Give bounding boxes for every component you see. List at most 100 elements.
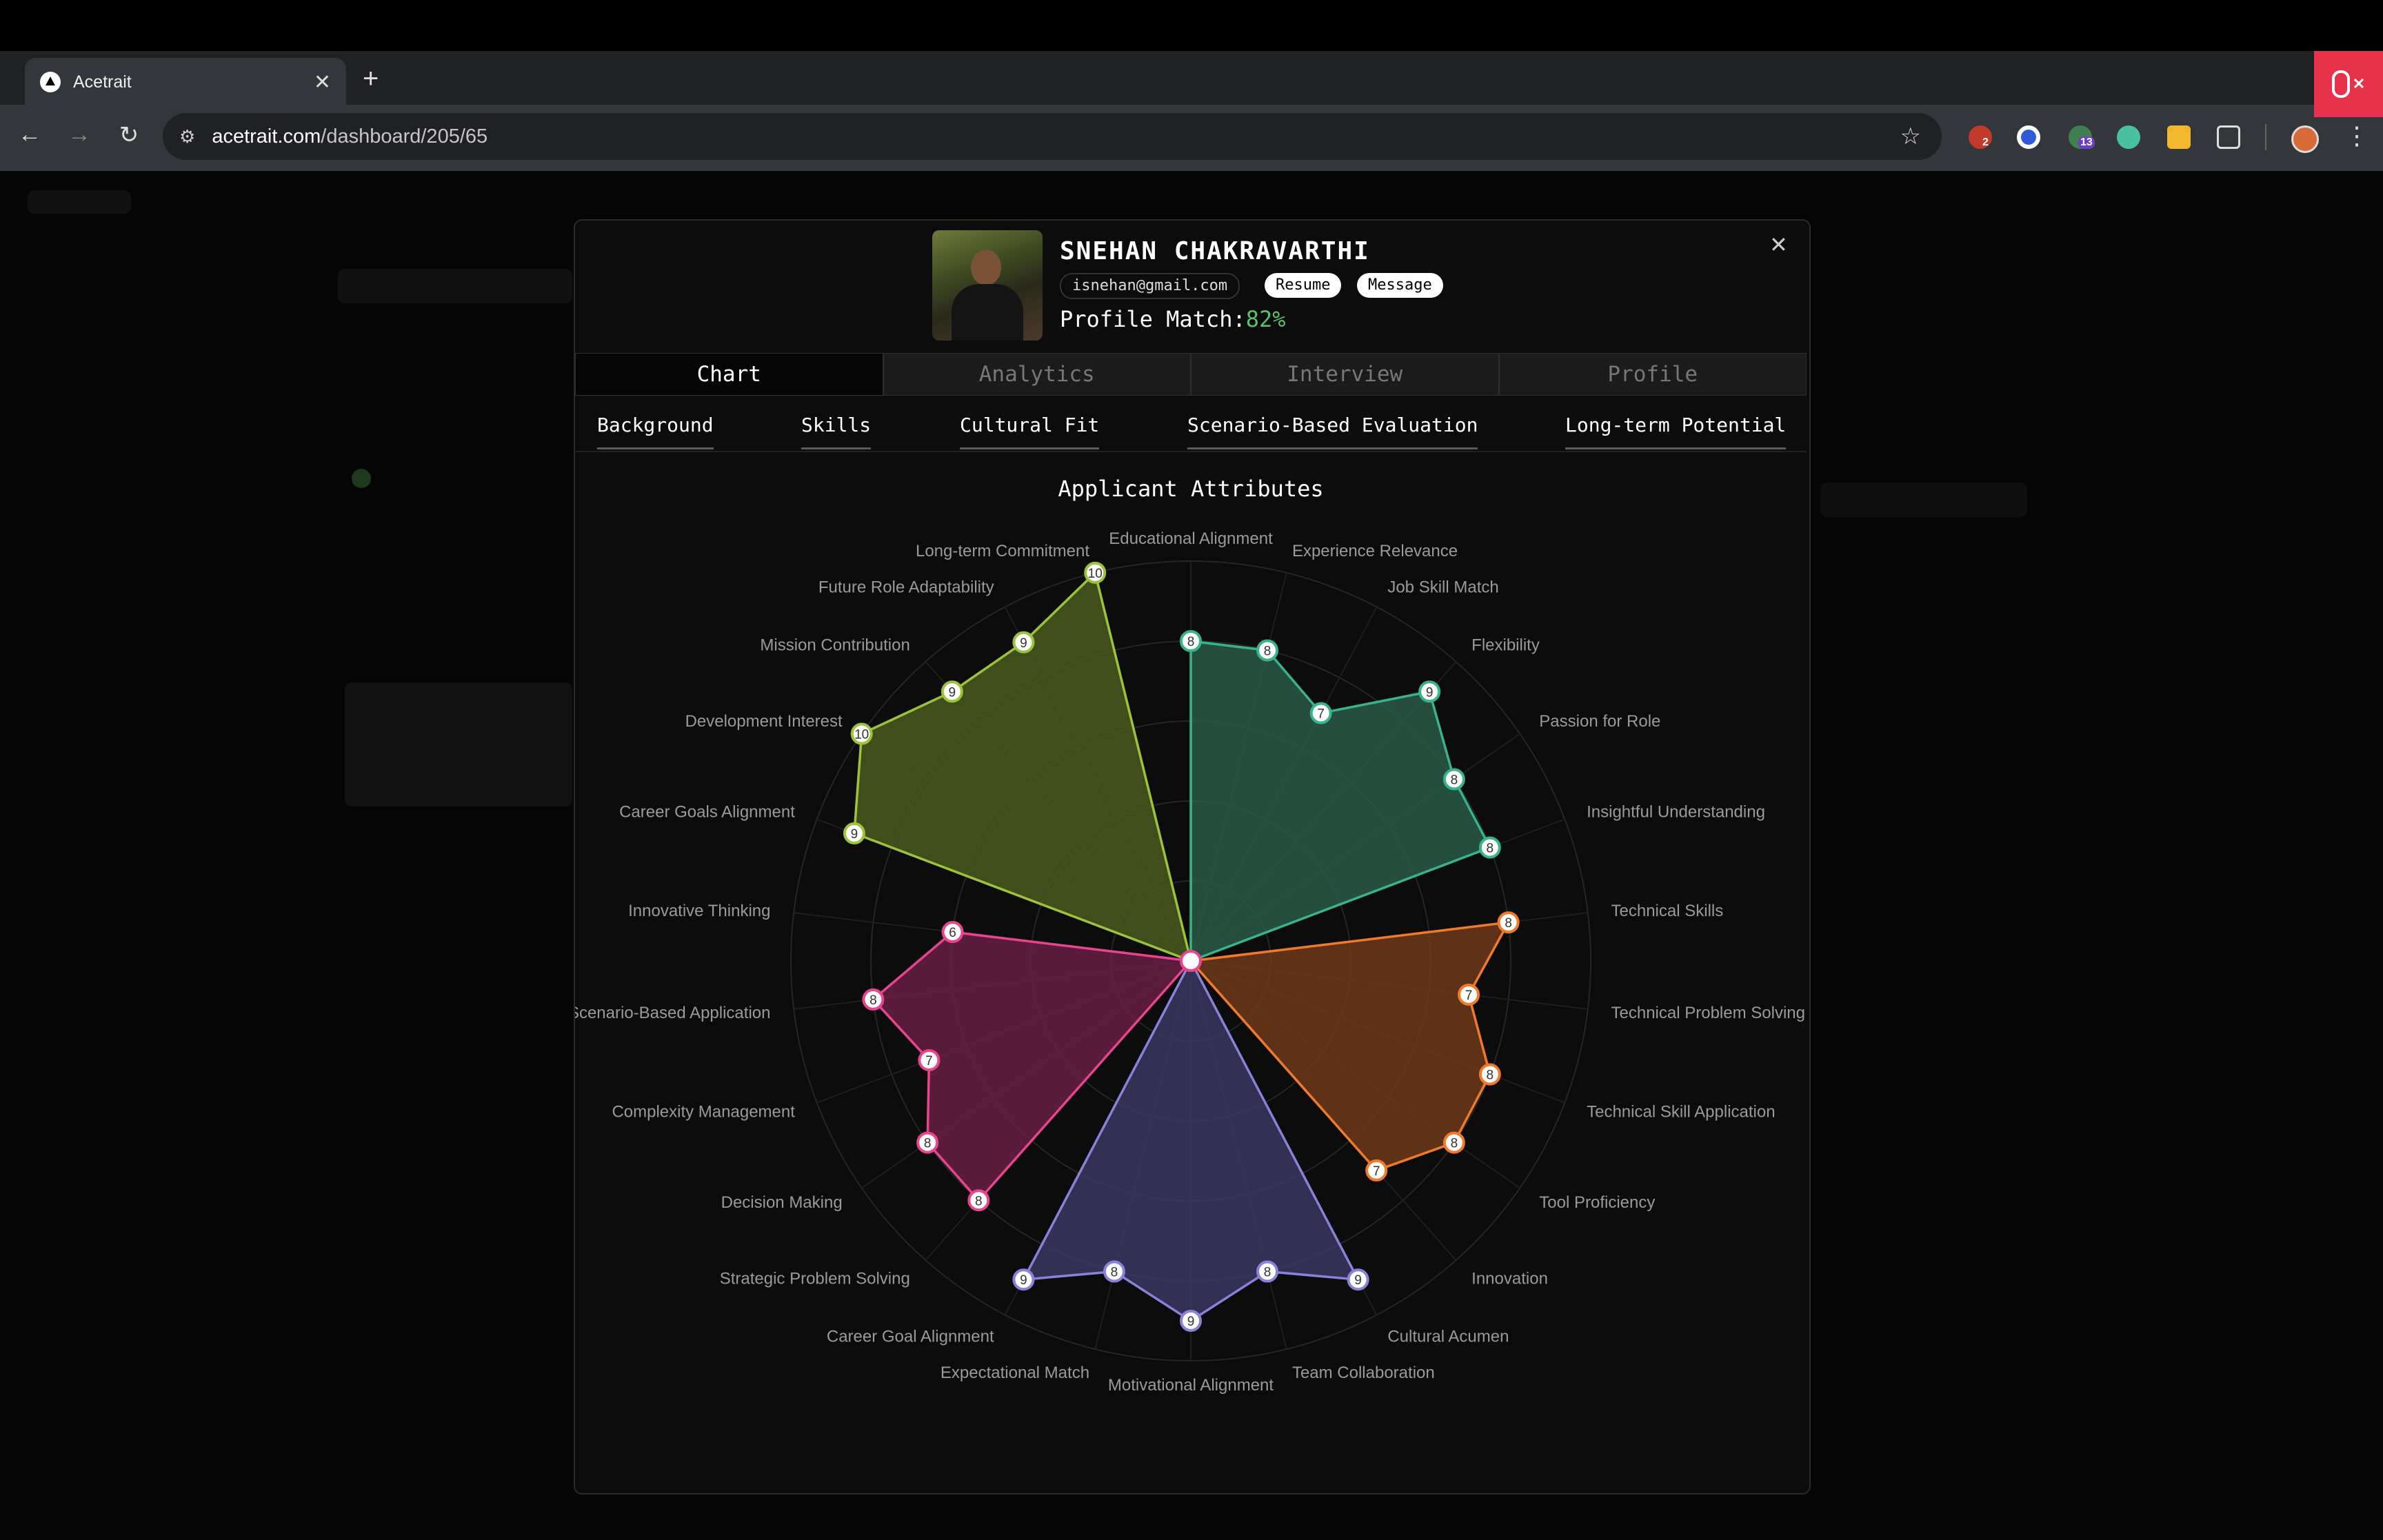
data-label: 8: [1487, 841, 1494, 855]
bookmark-star-icon[interactable]: ☆: [1900, 123, 1921, 150]
axis-label: Decision Making: [721, 1193, 843, 1212]
data-label: 8: [1264, 644, 1271, 658]
bg-card-blur: [345, 682, 572, 807]
axis-label: Innovation: [1471, 1270, 1548, 1288]
address-bar[interactable]: ⚙ acetrait.com/dashboard/205/65 ☆: [163, 113, 1942, 160]
browser-tabbar: [0, 51, 2383, 105]
data-label: 9: [1020, 636, 1027, 651]
data-label: 10: [1088, 567, 1103, 581]
data-label: 8: [924, 1137, 932, 1151]
microphone-icon: [2331, 70, 2350, 98]
axis-label: Insightful Understanding: [1587, 802, 1765, 821]
axis-label: Expectational Match: [941, 1364, 1089, 1382]
axis-label: Development Interest: [685, 712, 843, 731]
bg-heading-blur: [338, 269, 572, 303]
data-label: 6: [949, 926, 956, 940]
site-settings-icon[interactable]: ⚙: [179, 126, 195, 148]
tab-profile[interactable]: Profile: [1498, 353, 1807, 396]
radar-center-point: [1180, 950, 1202, 972]
extension-feather-icon[interactable]: [2167, 125, 2191, 149]
tab-title: Acetrait: [73, 72, 132, 92]
axis-label: Tool Proficiency: [1539, 1193, 1655, 1212]
data-label: 9: [949, 685, 956, 700]
microphone-muted-button[interactable]: ✕: [2314, 51, 2383, 117]
data-label: 8: [1111, 1266, 1118, 1280]
data-label: 9: [1354, 1273, 1362, 1288]
data-label: 9: [1187, 1315, 1195, 1329]
bg-nav-blur: [28, 190, 131, 214]
bg-button-blur: [1820, 483, 2027, 517]
back-icon[interactable]: ←: [12, 121, 47, 148]
axis-label: Experience Relevance: [1292, 542, 1458, 560]
resume-button[interactable]: Resume: [1265, 273, 1342, 298]
axis-label: Complexity Management: [612, 1103, 795, 1122]
new-tab-icon[interactable]: +: [363, 62, 379, 95]
data-label: 8: [1264, 1266, 1271, 1280]
axis-label: Innovative Thinking: [628, 902, 770, 920]
axis-label: Strategic Problem Solving: [720, 1270, 910, 1288]
extension-grammar-icon[interactable]: 13: [2069, 125, 2095, 149]
tab-chart[interactable]: Chart: [575, 353, 883, 396]
extensions-puzzle-icon[interactable]: [2217, 125, 2240, 149]
acetrait-favicon-icon: [40, 72, 61, 92]
reload-icon[interactable]: ↻: [112, 121, 146, 149]
tab-interview[interactable]: Interview: [1191, 353, 1499, 396]
data-label: 7: [1317, 707, 1325, 722]
axis-label: Career Goals Alignment: [619, 802, 795, 821]
axis-label: Team Collaboration: [1292, 1364, 1435, 1382]
axis-label: Job Skill Match: [1387, 578, 1498, 596]
data-label: 7: [1465, 989, 1473, 1003]
chart-title: Applicant Attributes: [1058, 476, 1324, 502]
data-label: 8: [869, 993, 877, 1008]
subtab-divider: [575, 451, 1807, 452]
data-label: 8: [1487, 1068, 1494, 1083]
axis-label: Motivational Alignment: [1108, 1376, 1274, 1395]
candidate-email[interactable]: isnehan@gmail.com: [1060, 273, 1240, 299]
extension-brain-icon[interactable]: [2117, 125, 2140, 149]
data-label: 9: [1020, 1273, 1027, 1288]
axis-label: Passion for Role: [1539, 712, 1660, 731]
close-modal-icon[interactable]: ✕: [1769, 232, 1788, 258]
bg-status-dot: [352, 469, 371, 488]
profile-match: Profile Match:82%: [1060, 306, 1286, 332]
subtab-cultural-fit[interactable]: Cultural Fit: [960, 414, 1100, 449]
data-label: 9: [851, 827, 858, 842]
data-label: 10: [854, 728, 869, 742]
main-tabs: Chart Analytics Interview Profile: [575, 353, 1807, 396]
extension-adblock-icon[interactable]: 2: [1969, 125, 1992, 149]
extension-circle-icon[interactable]: [2017, 125, 2040, 149]
candidate-photo: [932, 230, 1043, 341]
subtab-scenario-based-evaluation[interactable]: Scenario-Based Evaluation: [1187, 414, 1478, 449]
tab-analytics[interactable]: Analytics: [883, 353, 1191, 396]
axis-label: Cultural Acumen: [1387, 1328, 1509, 1346]
axis-label: Educational Alignment: [1109, 529, 1273, 548]
subtab-long-term-potential[interactable]: Long-term Potential: [1565, 414, 1787, 449]
profile-avatar[interactable]: [2291, 125, 2319, 153]
axis-label: Mission Contribution: [760, 636, 909, 654]
axis-label: Scenario-Based Application: [575, 1004, 770, 1022]
radar-area-long-term-potential: [853, 571, 1192, 962]
axis-label: Career Goal Alignment: [827, 1328, 994, 1346]
axis-label: Future Role Adaptability: [818, 578, 994, 596]
browser-tab[interactable]: Acetrait ✕: [25, 58, 346, 106]
forward-icon[interactable]: →: [62, 121, 97, 148]
message-button[interactable]: Message: [1357, 273, 1443, 298]
browser-menu-icon[interactable]: ⋮: [2344, 121, 2369, 150]
subtab-background[interactable]: Background: [597, 414, 714, 449]
subtab-skills[interactable]: Skills: [801, 414, 872, 449]
axis-label: Flexibility: [1471, 636, 1540, 654]
candidate-name: SNEHAN CHAKRAVARTHI: [1060, 237, 1370, 265]
radar-chart: 8 8 7 9 8 8 8 7 8 8 7 9 8 9 8 9 8 8 7 8 6 9 10 9 9 10 Educational …: [575, 529, 1805, 1395]
profile-match-value: 82%: [1245, 306, 1286, 332]
data-label: 8: [975, 1194, 983, 1208]
data-label: 7: [925, 1054, 933, 1068]
os-top-strip: [0, 0, 2383, 51]
data-label: 8: [1451, 773, 1458, 787]
data-label: 8: [1451, 1137, 1458, 1151]
data-label: 7: [1373, 1164, 1380, 1179]
data-label: 8: [1187, 635, 1195, 649]
axis-label: Technical Skills: [1611, 902, 1724, 920]
close-tab-icon[interactable]: ✕: [314, 70, 331, 94]
radar-area-background: [1189, 640, 1491, 962]
axis-label: Long-term Commitment: [916, 542, 1089, 560]
